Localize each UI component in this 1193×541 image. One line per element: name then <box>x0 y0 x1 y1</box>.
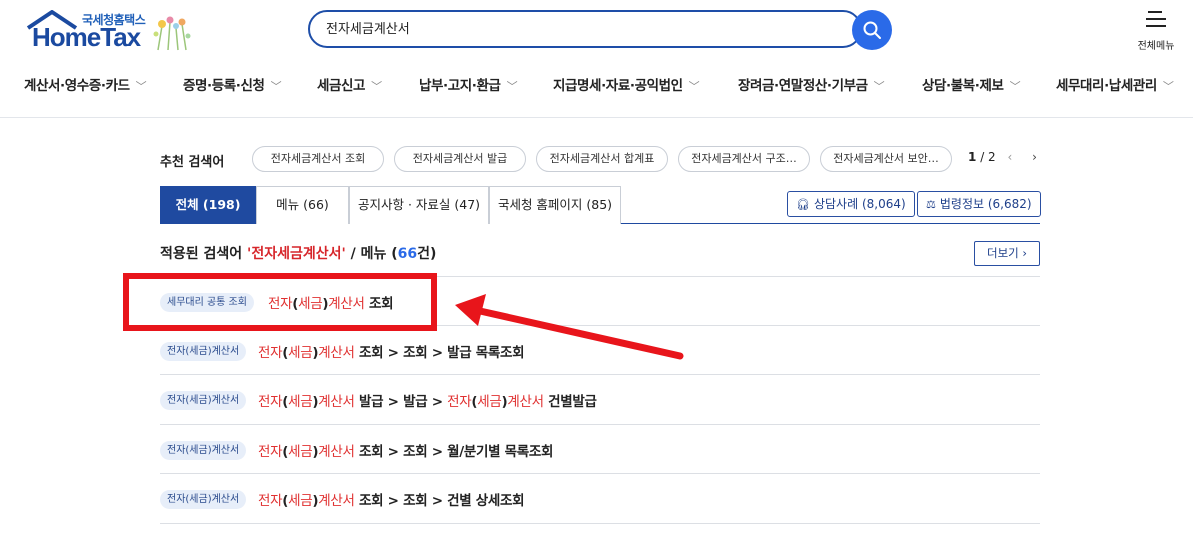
category-badge: 전자(세금)계산서 <box>160 490 247 509</box>
nav-incentive-yearend[interactable]: 장려금·연말정산·기부금 ﹀ <box>738 74 885 94</box>
result-link[interactable]: 전자(세금)계산서 조회 > 조회 > 발급 목록조회 <box>258 341 525 361</box>
result-list: 세무대리 공통 조회 전자(세금)계산서 조회 전자(세금)계산서 전자(세금)… <box>160 276 1040 524</box>
global-nav: 계산서·영수증·카드 ﹀ 증명·등록·신청 ﹀ 세금신고 ﹀ 납부·고지·환급 ﹀ 지급… <box>0 74 1193 98</box>
pager-total: / 2 <box>980 150 996 164</box>
result-link[interactable]: 전자(세금)계산서 조회 <box>268 292 394 312</box>
chevron-down-icon: ﹀ <box>873 80 885 93</box>
keyword-chip[interactable]: 전자세금계산서 발급 <box>394 146 526 172</box>
nav-certificate-registration[interactable]: 증명·등록·신청 ﹀ <box>183 74 282 94</box>
keyword-chip[interactable]: 전자세금계산서 합계표 <box>536 146 668 172</box>
category-badge: 세무대리 공통 조회 <box>160 293 254 312</box>
chevron-down-icon: ﹀ <box>371 80 382 93</box>
hometax-logo[interactable]: 국세청홈택스 HomeTax <box>24 10 204 54</box>
list-item: 전자(세금)계산서 전자(세금)계산서 조회 > 조회 > 발급 목록조회 <box>160 326 1040 375</box>
more-button[interactable]: 더보기 › <box>974 241 1040 266</box>
nav-payment-statement[interactable]: 지급명세·자료·공익법인 ﹀ <box>553 74 700 94</box>
tab-menu[interactable]: 메뉴 (66) <box>256 186 349 224</box>
recommended-label: 추천 검색어 <box>160 155 225 170</box>
applied-search-summary: 적용된 검색어 '전자세금계산서' / 메뉴 (66건) <box>160 246 437 262</box>
keyword-chip[interactable]: 전자세금계산서 구조… <box>678 146 810 172</box>
category-badge: 전자(세금)계산서 <box>160 391 247 410</box>
list-item: 전자(세금)계산서 전자(세금)계산서 발급 > 발급 > 전자(세금)계산서 … <box>160 375 1040 425</box>
tab-all[interactable]: 전체 (198) <box>160 186 256 224</box>
result-link[interactable]: 전자(세금)계산서 발급 > 발급 > 전자(세금)계산서 건별발급 <box>258 390 597 410</box>
site-header: 국세청홈택스 HomeTax 전체메뉴 계산서·영수증·카드﹀ 증명·등록· <box>0 0 1193 118</box>
category-badge: 전자(세금)계산서 <box>160 440 247 460</box>
keyword-chip[interactable]: 전자세금계산서 조회 <box>252 146 384 172</box>
keyword-pager: 1 / 2 ‹ › <box>968 150 1037 164</box>
headset-icon: 🎧︎ <box>796 198 810 211</box>
tab-nts-homepage[interactable]: 국세청 홈페이지 (85) <box>489 186 621 224</box>
flowers-icon <box>153 16 191 51</box>
recommended-keywords: 추천 검색어 전자세금계산서 조회 전자세금계산서 발급 전자세금계산서 합계표… <box>160 144 1040 174</box>
all-menu-button[interactable]: 전체메뉴 <box>1134 8 1178 52</box>
search-icon <box>863 21 881 39</box>
chevron-down-icon: ﹀ <box>688 80 700 93</box>
tab-notice-library[interactable]: 공지사항 · 자료실 (47) <box>349 186 489 224</box>
result-link[interactable]: 전자(세금)계산서 조회 > 조회 > 건별 상세조회 <box>258 489 525 509</box>
list-item: 전자(세금)계산서 전자(세금)계산서 조회 > 조회 > 건별 상세조회 <box>160 474 1040 524</box>
list-item: 전자(세금)계산서 전자(세금)계산서 조회 > 조회 > 월/분기별 목록조회 <box>160 425 1040 474</box>
chevron-down-icon: ﹀ <box>1162 80 1174 93</box>
nav-consult-appeal[interactable]: 상담·불복·제보 ﹀ <box>922 74 1021 94</box>
nav-tax-agent[interactable]: 세무대리·납세관리 ﹀ <box>1056 74 1174 94</box>
hamburger-icon <box>1146 11 1166 27</box>
nav-tax-filing[interactable]: 세금신고 ﹀ <box>317 74 382 94</box>
keyword-chip[interactable]: 전자세금계산서 보안… <box>820 146 952 172</box>
chevron-down-icon: ﹀ <box>1009 80 1021 93</box>
list-item: 세무대리 공통 조회 전자(세금)계산서 조회 <box>160 276 1040 326</box>
logo-title: HomeTax <box>32 22 141 52</box>
search-box <box>308 10 862 48</box>
chevron-down-icon: ﹀ <box>270 80 282 93</box>
chevron-right-icon[interactable]: › <box>1032 150 1037 164</box>
chevron-down-icon: ﹀ <box>135 80 147 93</box>
law-info-button[interactable]: ⚖ 법령정보 (6,682) <box>917 191 1041 217</box>
nav-invoice-receipt-card[interactable]: 계산서·영수증·카드 ﹀ <box>24 74 147 94</box>
result-count: 66 <box>397 246 418 262</box>
nav-payment-notice-refund[interactable]: 납부·고지·환급 ﹀ <box>419 74 518 94</box>
consult-cases-button[interactable]: 🎧︎ 상담사례 (8,064) <box>787 191 915 217</box>
category-badge: 전자(세금)계산서 <box>160 341 247 361</box>
search-input[interactable] <box>326 20 826 35</box>
all-menu-label: 전체메뉴 <box>1137 41 1175 52</box>
gavel-icon: ⚖ <box>926 198 936 211</box>
search-button[interactable] <box>852 10 892 50</box>
chevron-right-icon: › <box>1022 246 1027 260</box>
result-link[interactable]: 전자(세금)계산서 조회 > 조회 > 월/분기별 목록조회 <box>258 440 553 460</box>
applied-query: '전자세금계산서' <box>247 246 346 262</box>
chevron-left-icon[interactable]: ‹ <box>1008 150 1013 164</box>
chevron-down-icon: ﹀ <box>506 80 518 93</box>
pager-current: 1 <box>968 150 977 164</box>
